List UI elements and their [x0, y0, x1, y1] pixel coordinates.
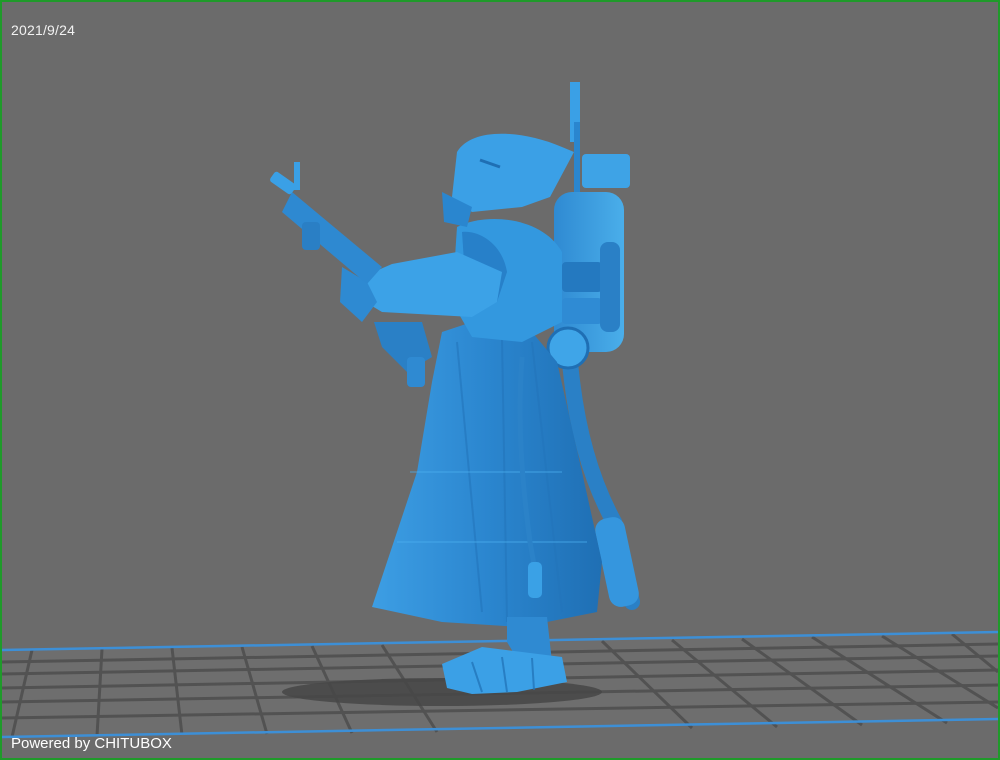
- rifle: [270, 162, 382, 284]
- date-label: 2021/9/24: [11, 22, 76, 38]
- backpack: [546, 82, 630, 370]
- powered-by-label: Powered by CHITUBOX: [11, 735, 172, 752]
- scene-canvas[interactable]: [2, 2, 998, 758]
- 3d-viewport[interactable]: 2021/9/24 Powered by CHITUBOX: [0, 0, 1000, 760]
- model-figure[interactable]: [269, 82, 641, 694]
